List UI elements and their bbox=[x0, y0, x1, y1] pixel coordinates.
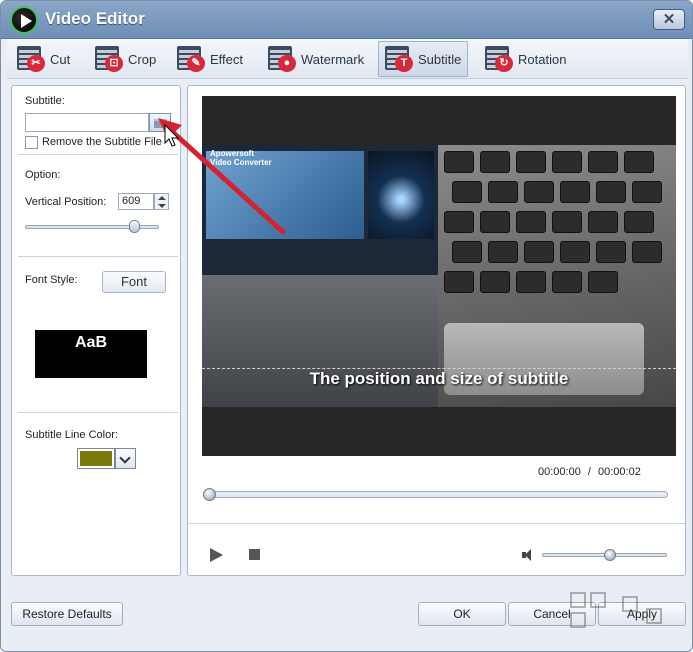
stop-icon[interactable] bbox=[249, 549, 260, 560]
folder-icon bbox=[154, 119, 167, 128]
tab-crop[interactable]: ⊡ Crop bbox=[89, 41, 162, 77]
option-label: Option: bbox=[25, 169, 61, 181]
subtitle-label: Subtitle: bbox=[25, 95, 65, 107]
time-separator: / bbox=[587, 466, 591, 478]
divider bbox=[188, 523, 685, 524]
line-color-dropdown[interactable] bbox=[115, 448, 136, 469]
video-preview: Apowersoft Video Converter The position … bbox=[202, 96, 676, 456]
tab-rotation[interactable]: ↻ Rotation bbox=[479, 41, 572, 77]
volume-icon[interactable] bbox=[522, 549, 536, 561]
subtitle-line-color-label: Subtitle Line Color: bbox=[25, 429, 118, 441]
editor-toolbar: ✂ Cut ⊡ Crop ✎ Effect ● Watermark T Subt… bbox=[7, 39, 688, 79]
tab-subtitle-label: Subtitle bbox=[418, 51, 462, 67]
video-frame: Apowersoft Video Converter The position … bbox=[202, 145, 676, 407]
font-style-label: Font Style: bbox=[25, 274, 78, 286]
vertical-position-slider-thumb[interactable] bbox=[129, 220, 140, 233]
cut-icon: ✂ bbox=[17, 46, 47, 72]
preview-app-title: Apowersoft Video Converter bbox=[210, 149, 272, 167]
video-thumbnail-screen: Apowersoft Video Converter bbox=[202, 145, 438, 275]
title-bar: Video Editor ✕ bbox=[1, 1, 692, 39]
tab-cut[interactable]: ✂ Cut bbox=[11, 41, 76, 77]
browse-subtitle-button[interactable] bbox=[149, 113, 171, 132]
chevron-down-icon bbox=[119, 452, 131, 464]
tab-rotation-label: Rotation bbox=[518, 51, 567, 67]
vertical-position-spinner[interactable] bbox=[154, 193, 169, 210]
time-current: 00:00:00 bbox=[538, 466, 581, 478]
preview-panel: Apowersoft Video Converter The position … bbox=[187, 85, 686, 576]
rotation-icon: ↻ bbox=[485, 46, 515, 72]
divider bbox=[18, 412, 178, 413]
vertical-position-label: Vertical Position: bbox=[25, 196, 107, 208]
watermark-icon: ● bbox=[268, 46, 298, 72]
seek-slider[interactable] bbox=[208, 491, 668, 498]
effect-icon: ✎ bbox=[177, 46, 207, 72]
tab-subtitle[interactable]: T Subtitle bbox=[378, 41, 469, 77]
spin-up-icon[interactable] bbox=[158, 196, 166, 200]
vertical-position-input[interactable]: 609 bbox=[118, 193, 154, 210]
time-total: 00:00:02 bbox=[598, 466, 641, 478]
video-editor-window: Video Editor ✕ ✂ Cut ⊡ Crop ✎ Effect ● W… bbox=[0, 0, 693, 652]
seek-slider-thumb[interactable] bbox=[203, 488, 216, 501]
crop-icon: ⊡ bbox=[95, 46, 125, 72]
line-color-fill bbox=[80, 451, 112, 466]
close-button[interactable]: ✕ bbox=[653, 9, 685, 30]
remove-subtitle-checkbox[interactable] bbox=[25, 136, 38, 149]
volume-slider-thumb[interactable] bbox=[604, 549, 616, 561]
subtitle-settings-panel: Subtitle: Remove the Subtitle File Optio… bbox=[11, 85, 181, 576]
app-logo-icon bbox=[10, 6, 38, 34]
subtitle-preview-text: The position and size of subtitle bbox=[309, 369, 569, 388]
font-preview: AaB bbox=[35, 330, 147, 378]
tab-cut-label: Cut bbox=[50, 51, 71, 67]
tab-crop-label: Crop bbox=[128, 51, 157, 67]
divider bbox=[18, 256, 178, 257]
subtitle-icon: T bbox=[385, 46, 415, 72]
tab-watermark-label: Watermark bbox=[301, 51, 365, 67]
subtitle-file-input[interactable] bbox=[25, 113, 149, 132]
site-watermark-logo bbox=[566, 586, 686, 646]
play-icon[interactable] bbox=[210, 548, 223, 562]
remove-subtitle-label: Remove the Subtitle File bbox=[42, 136, 162, 148]
spin-down-icon[interactable] bbox=[158, 204, 166, 208]
tab-effect-label: Effect bbox=[210, 51, 244, 67]
restore-defaults-button[interactable]: Restore Defaults bbox=[11, 602, 123, 626]
divider bbox=[18, 154, 178, 155]
window-title: Video Editor bbox=[45, 9, 145, 28]
tab-watermark[interactable]: ● Watermark bbox=[262, 41, 370, 77]
ok-button[interactable]: OK bbox=[418, 602, 506, 626]
font-button[interactable]: Font bbox=[102, 271, 166, 293]
line-color-swatch[interactable] bbox=[77, 448, 115, 469]
tab-effect[interactable]: ✎ Effect bbox=[171, 41, 249, 77]
time-readout: 00:00:00 / 00:00:02 bbox=[538, 466, 641, 478]
